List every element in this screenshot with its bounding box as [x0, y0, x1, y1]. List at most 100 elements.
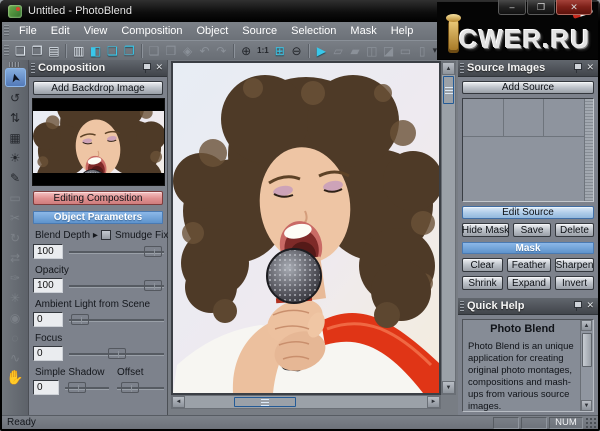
delete-button[interactable]: Delete — [555, 223, 594, 237]
simple-shadow-input[interactable] — [33, 380, 59, 395]
slider-thumb[interactable] — [144, 246, 162, 257]
tool-clone[interactable]: ◌ — [5, 328, 26, 347]
minimize-button[interactable]: – — [498, 0, 526, 15]
opacity-slider[interactable] — [69, 279, 164, 292]
menu-view[interactable]: View — [77, 25, 115, 37]
ambient-light-slider[interactable] — [69, 313, 164, 326]
source-slot[interactable] — [544, 99, 584, 136]
scroll-down-icon[interactable]: ▼ — [442, 381, 455, 394]
tool-sparkle[interactable]: ✳ — [5, 288, 26, 307]
save-copy-icon[interactable]: ▥ — [70, 43, 87, 59]
list-scroll-strip[interactable] — [584, 99, 593, 201]
rotate-right-icon[interactable]: ▰ — [347, 43, 364, 59]
close-icon[interactable]: ✕ — [586, 62, 594, 73]
feather-button[interactable]: Feather — [507, 258, 551, 272]
scroll-down-icon[interactable]: ▼ — [581, 400, 592, 411]
tool-hand[interactable]: ✋ — [5, 368, 26, 387]
composition-thumbnail[interactable] — [32, 98, 165, 186]
blend-depth-expand-icon[interactable]: ▸ — [93, 230, 98, 241]
menu-selection[interactable]: Selection — [284, 25, 343, 37]
save-button[interactable]: Save — [513, 223, 551, 237]
tool-rotate[interactable]: ↺ — [5, 88, 26, 107]
help-scroll-thumb[interactable] — [582, 333, 592, 367]
clear-button[interactable]: Clear — [462, 258, 503, 272]
horizontal-scrollbar[interactable]: ◄ ► — [171, 395, 441, 409]
blend-mode-icon[interactable]: ◈ — [179, 43, 196, 59]
panel-grip[interactable] — [460, 301, 464, 312]
copy-icon[interactable]: ❑ — [146, 43, 163, 59]
redo-icon[interactable]: ↷ — [213, 43, 230, 59]
open-file-icon[interactable]: ❒ — [29, 43, 46, 59]
tool-perspective[interactable]: ▦ — [5, 128, 26, 147]
tool-rotate-object[interactable]: ↻ — [5, 228, 26, 247]
menu-mask[interactable]: Mask — [343, 25, 383, 37]
opacity-input[interactable] — [33, 278, 63, 293]
menu-edit[interactable]: Edit — [44, 25, 77, 37]
toolstrip-grip[interactable] — [9, 62, 21, 67]
tool-flip[interactable]: ⇅ — [5, 108, 26, 127]
close-button[interactable]: ✕ — [556, 0, 592, 15]
menu-composition[interactable]: Composition — [114, 25, 189, 37]
tool-pen[interactable]: ✑ — [5, 268, 26, 287]
flip-horizontal-icon[interactable]: ◫ — [363, 43, 380, 59]
add-source-button[interactable]: Add Source — [462, 81, 594, 94]
tool-brush[interactable]: ✎ — [5, 168, 26, 187]
actual-size-icon[interactable]: 1:1 — [255, 43, 272, 59]
menu-source[interactable]: Source — [235, 25, 284, 37]
add-backdrop-button[interactable]: Add Backdrop Image — [33, 81, 163, 95]
rotate-left-icon[interactable]: ▱ — [330, 43, 347, 59]
invert-button[interactable]: Invert — [555, 276, 594, 290]
slider-thumb[interactable] — [108, 348, 126, 359]
close-icon[interactable]: ✕ — [586, 300, 594, 311]
scroll-right-icon[interactable]: ► — [427, 396, 440, 408]
tool-select[interactable]: ➤ — [5, 68, 26, 87]
quick-help-header[interactable]: Quick Help ✕ — [458, 298, 598, 315]
ambient-light-input[interactable] — [33, 312, 63, 327]
send-backward-icon[interactable]: ▭ — [397, 43, 414, 59]
slider-thumb[interactable] — [121, 382, 139, 393]
save-file-icon[interactable]: ▤ — [46, 43, 63, 59]
horizontal-scroll-thumb[interactable] — [234, 397, 296, 407]
new-file-icon[interactable]: ❑ — [12, 43, 29, 59]
tool-cut[interactable]: ✂ — [5, 208, 26, 227]
slider-thumb[interactable] — [144, 280, 162, 291]
source-slot[interactable] — [463, 99, 504, 136]
edit-source-button[interactable]: Edit Source — [462, 206, 594, 219]
toolbar-grip[interactable] — [4, 45, 9, 57]
composition-canvas[interactable] — [171, 61, 441, 395]
composition-panel-header[interactable]: Composition ✕ — [29, 60, 167, 77]
scroll-left-icon[interactable]: ◄ — [172, 396, 185, 408]
smudge-fix-checkbox[interactable] — [101, 230, 111, 240]
help-scrollbar[interactable]: ▲ ▼ — [580, 320, 593, 411]
paste-icon[interactable]: ❒ — [162, 43, 179, 59]
editing-composition-button[interactable]: Editing Composition — [33, 191, 163, 205]
resize-grip[interactable] — [585, 417, 597, 429]
pin-icon[interactable] — [573, 62, 581, 73]
focus-slider[interactable] — [69, 347, 164, 360]
sharpen-button[interactable]: Sharpen — [555, 258, 594, 272]
scroll-up-icon[interactable]: ▲ — [581, 320, 592, 331]
hide-mask-button[interactable]: Hide Mask — [462, 223, 509, 237]
tool-swap[interactable]: ⇄ — [5, 248, 26, 267]
tool-eyedropper[interactable]: ◉ — [5, 308, 26, 327]
panel-grip[interactable] — [31, 63, 35, 74]
menu-help[interactable]: Help — [384, 25, 421, 37]
preview-icon[interactable]: ▶ — [313, 43, 330, 59]
tool-lasso[interactable]: ∿ — [5, 348, 26, 367]
blend-depth-slider[interactable] — [69, 245, 164, 258]
zoom-in-icon[interactable]: ⊕ — [238, 43, 255, 59]
undo-icon[interactable]: ↶ — [196, 43, 213, 59]
pin-icon[interactable] — [142, 62, 150, 73]
flip-vertical-icon[interactable]: ◪ — [380, 43, 397, 59]
pin-icon[interactable] — [573, 300, 581, 311]
source-slot[interactable] — [504, 99, 545, 136]
copy-object-icon[interactable]: ❏ — [104, 43, 121, 59]
bring-forward-icon[interactable]: ▯ — [414, 43, 431, 59]
close-icon[interactable]: ✕ — [155, 62, 163, 73]
scroll-up-icon[interactable]: ▲ — [442, 62, 455, 75]
slider-thumb[interactable] — [71, 314, 89, 325]
offset-slider[interactable] — [117, 381, 164, 394]
export-image-icon[interactable]: ◧ — [87, 43, 104, 59]
menu-object[interactable]: Object — [190, 25, 236, 37]
slider-thumb[interactable] — [68, 382, 86, 393]
